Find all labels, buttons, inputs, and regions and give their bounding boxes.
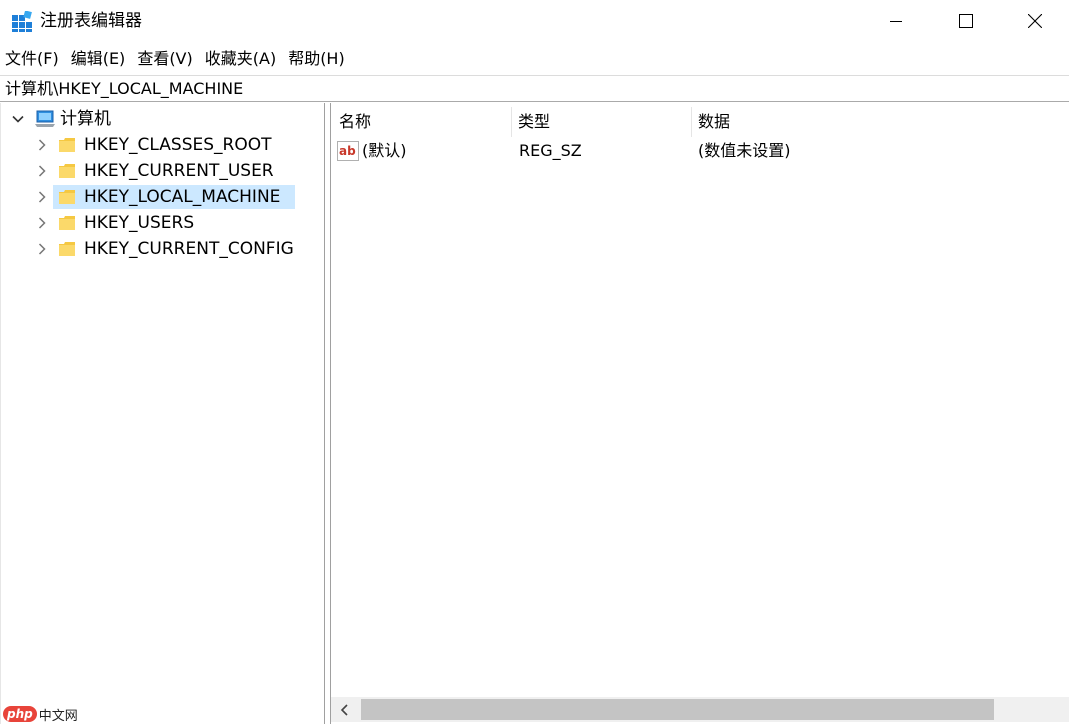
watermark-logo: php (3, 706, 37, 722)
column-header-data[interactable]: 数据 (698, 107, 730, 137)
chevron-right-icon[interactable] (36, 243, 48, 255)
folder-icon (59, 164, 75, 178)
chevron-right-icon[interactable] (36, 165, 48, 177)
scroll-left-button[interactable] (331, 697, 359, 722)
value-name: (默认) (362, 141, 407, 160)
watermark-text: 中文网 (38, 708, 78, 724)
maximize-icon (959, 14, 973, 28)
tree-item-label: HKEY_CLASSES_ROOT (84, 135, 272, 155)
computer-icon (35, 110, 55, 127)
horizontal-scrollbar[interactable] (331, 697, 1069, 722)
tree-item-hkey-classes-root[interactable]: HKEY_CLASSES_ROOT (1, 133, 321, 157)
minimize-icon (890, 21, 902, 22)
chevron-right-icon[interactable] (36, 217, 48, 229)
folder-icon (59, 242, 75, 256)
svg-text:ab: ab (339, 144, 356, 158)
menu-view[interactable]: 查看(V) (132, 44, 196, 74)
menu-edit[interactable]: 编辑(E) (66, 44, 130, 74)
menu-bar: 文件(F) 编辑(E) 查看(V) 收藏夹(A) 帮助(H) (0, 44, 1069, 74)
tree-item-label: 计算机 (60, 109, 111, 129)
menu-file[interactable]: 文件(F) (0, 44, 63, 74)
tree-item-hkey-local-machine[interactable]: HKEY_LOCAL_MACHINE (1, 185, 321, 209)
maximize-button[interactable] (931, 0, 1001, 42)
watermark: php 中文网 (3, 704, 78, 724)
tree-item-hkey-current-config[interactable]: HKEY_CURRENT_CONFIG (1, 237, 321, 261)
tree-item-label: HKEY_LOCAL_MACHINE (84, 187, 281, 207)
scrollbar-thumb[interactable] (361, 699, 994, 720)
value-row[interactable]: ab (默认) REG_SZ (数值未设置) (331, 138, 1069, 164)
column-divider[interactable] (511, 107, 512, 137)
tree-item-hkey-current-user[interactable]: HKEY_CURRENT_USER (1, 159, 321, 183)
tree-item-label: HKEY_CURRENT_USER (84, 161, 274, 181)
regedit-icon (12, 11, 32, 32)
folder-icon (59, 190, 75, 204)
minimize-button[interactable] (861, 0, 931, 42)
tree-item-label: HKEY_USERS (84, 213, 195, 233)
column-divider[interactable] (691, 107, 692, 137)
pane-splitter[interactable] (324, 103, 331, 724)
column-header-name[interactable]: 名称 (339, 107, 371, 137)
folder-icon (59, 138, 75, 152)
regedit-window: 注册表编辑器 文件(F) 编辑(E) 查看(V) 收藏夹(A) 帮助(H) 计算… (0, 0, 1069, 724)
key-tree-pane[interactable]: 计算机 HKEY_CLASSES_ROOT HKEY_CURRENT_USER (0, 103, 324, 724)
chevron-down-icon[interactable] (12, 113, 24, 125)
menu-help[interactable]: 帮助(H) (283, 44, 349, 74)
close-button[interactable] (1000, 0, 1069, 42)
title-bar[interactable]: 注册表编辑器 (0, 0, 1069, 42)
string-value-icon: ab (337, 141, 359, 161)
chevron-right-icon[interactable] (36, 139, 48, 151)
folder-icon (59, 216, 75, 230)
value-list-pane[interactable]: 名称 类型 数据 ab (默认) REG_SZ (数值未设置) (331, 103, 1069, 724)
tree-item-hkey-users[interactable]: HKEY_USERS (1, 211, 321, 235)
value-type: REG_SZ (519, 141, 582, 160)
column-header-type[interactable]: 类型 (518, 107, 550, 137)
tree-item-computer[interactable]: 计算机 (1, 107, 321, 131)
address-bar[interactable]: 计算机\HKEY_LOCAL_MACHINE (0, 75, 1069, 102)
tree-item-label: HKEY_CURRENT_CONFIG (84, 239, 294, 259)
menu-favorites[interactable]: 收藏夹(A) (200, 44, 280, 74)
close-icon (1028, 14, 1042, 28)
chevron-left-icon (340, 703, 348, 716)
window-title: 注册表编辑器 (40, 11, 142, 31)
value-data: (数值未设置) (698, 141, 791, 160)
chevron-right-icon[interactable] (36, 191, 48, 203)
